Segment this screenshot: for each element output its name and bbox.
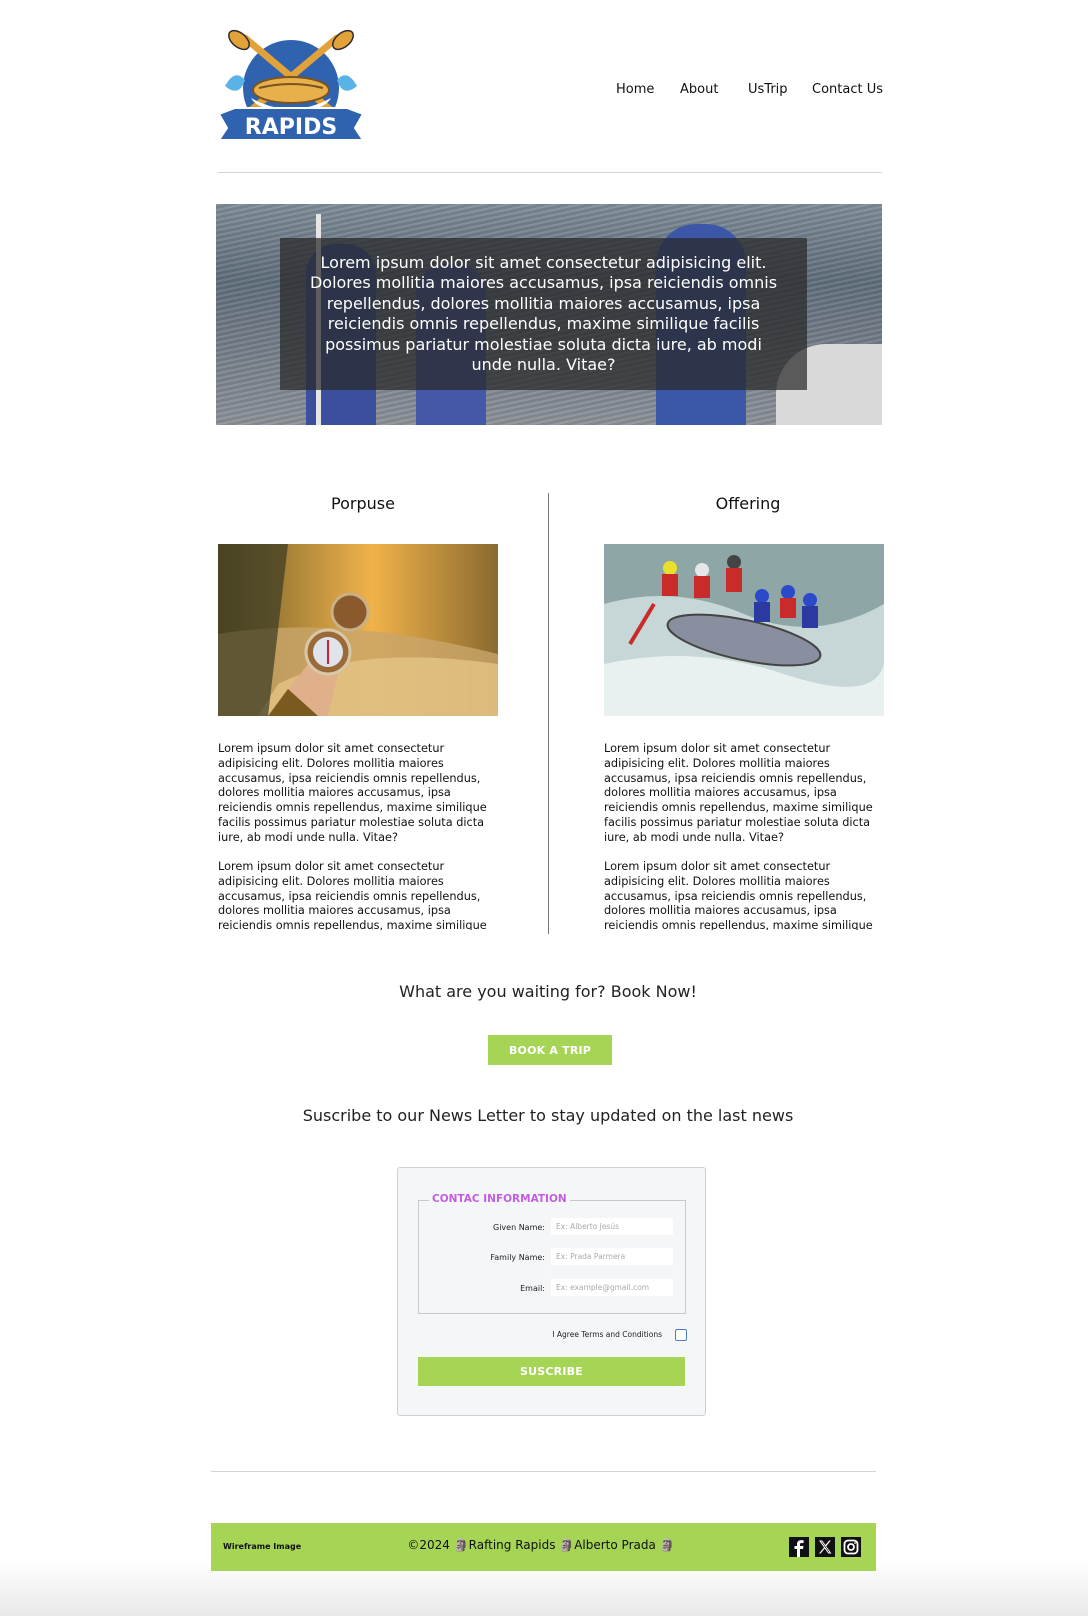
email-label: Email: xyxy=(520,1284,545,1293)
offering-paragraph-2: Lorem ipsum dolor sit amet consectetur a… xyxy=(604,860,873,930)
hero-banner: Lorem ipsum dolor sit amet consectetur a… xyxy=(216,204,882,425)
purpose-paragraph-2-clip: Lorem ipsum dolor sit amet consectetur a… xyxy=(218,860,498,930)
nav-about[interactable]: About xyxy=(680,82,718,97)
footer-divider xyxy=(211,1471,876,1472)
family-name-input[interactable] xyxy=(551,1248,673,1265)
family-name-label: Family Name: xyxy=(490,1253,545,1262)
facebook-icon[interactable] xyxy=(789,1537,809,1557)
column-divider xyxy=(548,493,549,934)
offering-title: Offering xyxy=(715,494,781,513)
footer-copyright: ©2024 🗿Rafting Rapids 🗿Alberto Prada 🗿 xyxy=(407,1538,675,1552)
contact-fieldset: CONTAC INFORMATION Given Name: Family Na… xyxy=(418,1193,686,1314)
purpose-image xyxy=(218,544,498,716)
instagram-icon[interactable] xyxy=(841,1537,861,1557)
subscribe-button[interactable]: SUSCRIBE xyxy=(418,1357,685,1386)
x-icon[interactable] xyxy=(815,1537,835,1557)
newsletter-form: CONTAC INFORMATION Given Name: Family Na… xyxy=(397,1167,706,1416)
offering-paragraph-2-clip: Lorem ipsum dolor sit amet consectetur a… xyxy=(604,860,884,930)
footer: Wireframe Image ©2024 🗿Rafting Rapids 🗿A… xyxy=(211,1523,876,1571)
agree-terms-label: I Agree Terms and Conditions xyxy=(552,1330,662,1339)
nav-ustrip[interactable]: UsTrip xyxy=(748,82,788,97)
logo-text: RAPIDS xyxy=(245,115,337,140)
contact-legend: CONTAC INFORMATION xyxy=(429,1193,570,1205)
main-nav: Home About UsTrip Contact Us xyxy=(600,82,885,104)
offering-image xyxy=(604,544,884,716)
agree-terms-checkbox[interactable] xyxy=(675,1329,687,1341)
purpose-paragraph-1: Lorem ipsum dolor sit amet consectetur a… xyxy=(218,742,487,844)
newsletter-heading: Suscribe to our News Letter to stay upda… xyxy=(302,1106,794,1125)
given-name-label: Given Name: xyxy=(493,1223,545,1232)
hero-text: Lorem ipsum dolor sit amet consectetur a… xyxy=(309,252,778,375)
email-input[interactable] xyxy=(551,1279,673,1296)
hero-text-overlay: Lorem ipsum dolor sit amet consectetur a… xyxy=(280,238,807,390)
offering-paragraph-1: Lorem ipsum dolor sit amet consectetur a… xyxy=(604,742,873,844)
cta-heading: What are you waiting for? Book Now! xyxy=(399,982,697,1001)
given-name-input[interactable] xyxy=(551,1218,673,1235)
footer-wireframe-link[interactable]: Wireframe Image xyxy=(223,1542,301,1551)
purpose-title: Porpuse xyxy=(331,494,395,513)
book-trip-button[interactable]: BOOK A TRIP xyxy=(488,1035,612,1065)
nav-contact-us[interactable]: Contact Us xyxy=(812,82,883,97)
header-divider xyxy=(218,172,882,173)
nav-home[interactable]: Home xyxy=(616,82,654,97)
purpose-paragraph-2: Lorem ipsum dolor sit amet consectetur a… xyxy=(218,860,487,930)
rapids-logo[interactable]: RAPIDS xyxy=(215,28,367,152)
